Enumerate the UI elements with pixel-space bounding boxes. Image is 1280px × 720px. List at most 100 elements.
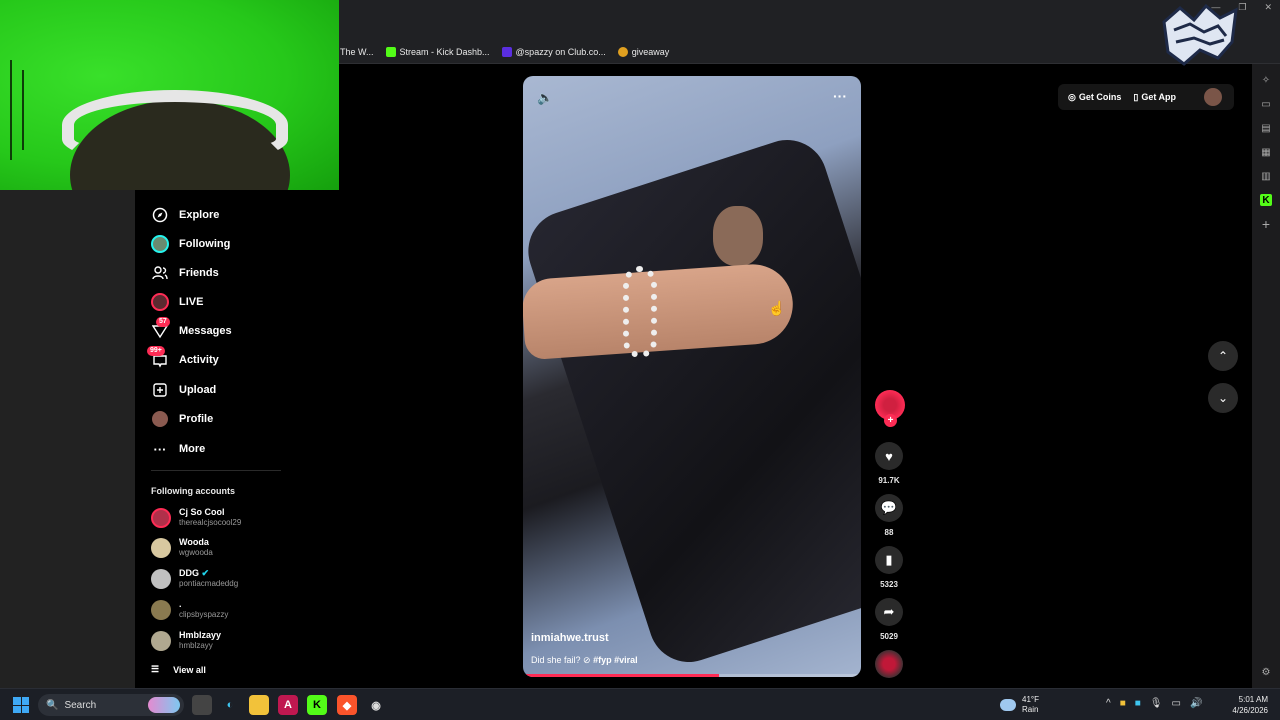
view-all-link[interactable]: ☰ View all [151, 664, 206, 675]
edge-icon[interactable]: ◐ [220, 695, 240, 715]
bookmark-label: @spazzy on Club.co... [515, 46, 606, 57]
activity-badge: 99+ [147, 346, 165, 356]
video-progress-bar[interactable] [523, 674, 861, 677]
get-coins-button[interactable]: ◎ Get Coins [1068, 92, 1121, 103]
avatar [151, 599, 171, 620]
kick-icon[interactable]: K [307, 695, 327, 715]
share-arrow-icon[interactable]: ➦ [875, 598, 903, 626]
tiktok-sidebar: Explore Following Friends LIVE 57 Messag… [135, 190, 290, 688]
comment-action[interactable]: 💬 88 [871, 494, 907, 537]
chevron-down-icon: ⌄ [1217, 391, 1229, 405]
list-icon: ☰ [151, 664, 160, 674]
close-icon[interactable]: ✕ [1264, 2, 1272, 13]
reading-list-icon[interactable]: ▥ [1260, 170, 1272, 182]
volume-icon[interactable]: 🔈 [537, 90, 553, 106]
weather-widget[interactable]: 41°F Rain [1000, 695, 1039, 715]
caption-hashtags[interactable]: #fyp #viral [593, 655, 638, 665]
time: 5:01 AM [1238, 695, 1268, 704]
previous-video-button[interactable]: ⌃ [1208, 341, 1238, 371]
next-video-button[interactable]: ⌄ [1208, 383, 1238, 413]
kick-icon[interactable]: K [1260, 194, 1272, 206]
windows-start-icon[interactable] [13, 697, 29, 713]
bookmark-item[interactable]: The W... [340, 47, 374, 57]
taskbar-clock[interactable]: 5:01 AM 4/26/2026 [1226, 694, 1268, 716]
following-avatar-icon [151, 235, 169, 253]
sidebar-item-messages[interactable]: 57 Messages [151, 317, 232, 342]
sidebar-item-explore[interactable]: Explore [151, 204, 219, 226]
messages-badge: 57 [156, 317, 170, 327]
sidebar-item-profile[interactable]: Profile [151, 408, 213, 430]
bracelet [623, 266, 657, 358]
following-account[interactable]: DDG ✔ pontiacmadeddg [151, 568, 238, 589]
sidebar-item-label: LIVE [179, 296, 204, 308]
sidebar-item-activity[interactable]: 99+ Activity [147, 346, 219, 371]
file-explorer-icon[interactable] [249, 695, 269, 715]
save-action[interactable]: ▮ 5323 [871, 546, 907, 589]
bookmark-label: Stream - Kick Dashb... [399, 46, 490, 57]
more-options-icon[interactable]: ··· [833, 88, 847, 104]
sidebar-item-friends[interactable]: Friends [151, 262, 219, 284]
share-count: 5029 [880, 632, 898, 641]
bookmark-item[interactable]: @spazzy on Club.co... [501, 46, 606, 57]
like-action[interactable]: ♥ 91.7K [871, 442, 907, 485]
search-highlight-icon [148, 697, 180, 713]
user-avatar[interactable] [1204, 88, 1222, 106]
avatar [151, 568, 171, 589]
bookmark-item[interactable]: Stream - Kick Dashb... [385, 46, 490, 57]
music-disc-icon[interactable] [875, 650, 903, 678]
network-icon[interactable]: ▭ [1172, 698, 1181, 709]
video-username[interactable]: inmiahwe.trust [531, 632, 609, 644]
brave-icon[interactable]: ◆ [337, 695, 357, 715]
wallet-icon[interactable]: ▤ [1260, 122, 1272, 134]
tray-app-icon[interactable]: ■ [1120, 698, 1126, 709]
chevron-up-icon[interactable]: ^ [1106, 698, 1111, 709]
sidebar-divider [151, 470, 281, 471]
settings-gear-icon[interactable]: ⚙ [1260, 666, 1272, 678]
account-handle: clipsbyspazzy [179, 610, 229, 619]
sidebar-item-upload[interactable]: Upload [151, 379, 216, 401]
media-icon[interactable]: ▭ [1260, 98, 1272, 110]
sidebar-item-label: More [179, 443, 206, 455]
get-app-button[interactable]: ▯ Get App [1133, 92, 1176, 103]
share-action[interactable]: ➦ 5029 [871, 598, 907, 641]
task-view-icon[interactable] [192, 695, 212, 715]
screen: — ❐ ✕ ⊘ ▭ ↗ ◆ ▲ ▣ The W... Stream - Kick… [0, 0, 1280, 720]
creator-avatar[interactable]: + [875, 390, 905, 427]
heart-icon[interactable]: ♥ [875, 442, 903, 470]
sidebar-item-label: Activity [179, 354, 219, 366]
account-handle: hmblzayy [179, 641, 213, 650]
following-account[interactable]: . clipsbyspazzy [151, 599, 228, 620]
bookmark-item[interactable]: giveaway [617, 46, 669, 57]
tray-app-icon[interactable]: ■ [1135, 698, 1141, 709]
obs-icon[interactable]: ◉ [366, 695, 386, 715]
browser-sidebar: ✧ ▭ ▤ ▦ ▥ K + ⚙ [1252, 64, 1280, 688]
bookmark-icon[interactable]: ▮ [875, 546, 903, 574]
microphone-icon[interactable]: 🎙 [1150, 698, 1163, 709]
account-handle: pontiacmadeddg [179, 579, 239, 588]
account-handle: therealcjsocool29 [179, 518, 242, 527]
date: 4/26/2026 [1232, 706, 1268, 715]
sidebar-item-following[interactable]: Following [151, 233, 230, 255]
cable-decoration [10, 60, 12, 160]
app-icon[interactable]: A [278, 695, 298, 715]
volume-icon[interactable]: 🔊 [1190, 698, 1202, 709]
bookmarks-icon[interactable]: ▦ [1260, 146, 1272, 158]
activity-icon: 99+ [147, 346, 169, 369]
following-account[interactable]: Cj So Cool therealcjsocool29 [151, 507, 241, 528]
add-icon[interactable]: + [1260, 216, 1272, 232]
verified-icon: ✔ [201, 568, 210, 578]
video-player[interactable]: 🔈 ··· inmiahwe.trust Did she fail? ⊘ #fy… [523, 76, 861, 677]
comment-icon[interactable]: 💬 [875, 494, 903, 522]
sidebar-item-label: Following [179, 238, 231, 250]
emoji-icon: ⊘ [583, 655, 591, 665]
sidebar-item-live[interactable]: LIVE [151, 291, 203, 313]
giveaway-icon [617, 46, 628, 57]
following-account[interactable]: Hmblzayy hmblzayy [151, 630, 221, 651]
following-account[interactable]: Wooda wgwooda [151, 537, 213, 558]
following-accounts-title: Following accounts [151, 486, 236, 496]
temperature: 41°F [1022, 695, 1039, 704]
taskbar-search[interactable]: 🔍 Search [38, 694, 184, 716]
leo-icon[interactable]: ✧ [1260, 74, 1272, 86]
sidebar-item-more[interactable]: ··· More [151, 438, 206, 460]
follow-plus-icon[interactable]: + [884, 414, 897, 427]
